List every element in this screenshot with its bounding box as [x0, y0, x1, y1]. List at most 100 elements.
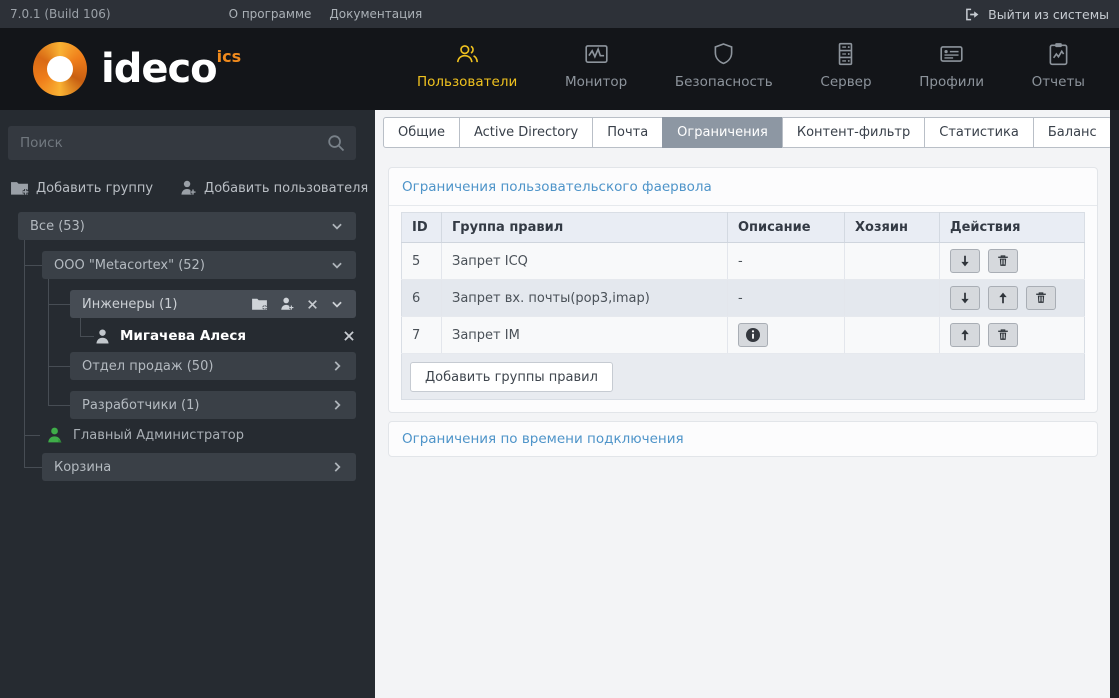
tree-group-metacortex[interactable]: ООО "Metacortex" (52) [42, 251, 356, 279]
add-group-icon[interactable] [251, 297, 268, 311]
rule-id-cell: 6 [401, 279, 442, 317]
rule-description-cell: - [727, 242, 845, 280]
chevron-right-icon[interactable] [330, 460, 344, 474]
col-header-owner: Хозяин [844, 212, 940, 243]
col-header-description: Описание [727, 212, 845, 243]
tab-statistics[interactable]: Статистика [924, 117, 1034, 148]
tab-active-directory[interactable]: Active Directory [458, 117, 594, 148]
chevron-down-icon[interactable] [330, 219, 344, 233]
delete-rule-button[interactable] [988, 248, 1019, 273]
firewall-restrictions-panel: Ограничения пользовательского фаервола I… [388, 167, 1098, 413]
table-header-row: ID Группа правил Описание Хозяин Действи… [401, 212, 1085, 243]
tab-content-filter[interactable]: Контент-фильтр [781, 117, 926, 148]
nav-item-reports[interactable]: Отчеты [1032, 41, 1085, 110]
logout-button[interactable]: Выйти из системы [964, 7, 1109, 22]
table-row: 6 Запрет вх. почты(pop3,imap) - [401, 279, 1085, 317]
trash-icon [1036, 292, 1047, 304]
info-button[interactable] [738, 323, 768, 347]
nav-item-users[interactable]: Пользователи [417, 41, 517, 110]
chevron-right-icon[interactable] [330, 398, 344, 412]
rule-id-cell: 5 [401, 242, 442, 280]
server-icon [839, 42, 853, 66]
tree-group-developers[interactable]: Разработчики (1) [70, 391, 356, 419]
tree-line [24, 240, 25, 467]
chevron-right-icon[interactable] [330, 359, 344, 373]
arrow-up-icon [999, 292, 1007, 304]
tab-bar: Общие Active Directory Почта Ограничения… [383, 117, 1112, 148]
firewall-section-title[interactable]: Ограничения пользовательского фаервола [389, 168, 1097, 206]
tree-group-engineers[interactable]: Инженеры (1) [70, 290, 356, 318]
rule-id-cell: 7 [401, 316, 442, 354]
move-down-button[interactable] [950, 286, 980, 311]
rule-actions-cell [939, 242, 1085, 280]
add-group-button[interactable]: Добавить группу [10, 180, 153, 196]
chevron-down-icon[interactable] [330, 297, 344, 311]
trash-icon [998, 329, 1008, 341]
tree-line [24, 435, 40, 436]
search-input[interactable] [20, 135, 326, 151]
tree-line [48, 304, 70, 305]
info-icon [746, 328, 760, 342]
col-header-actions: Действия [939, 212, 1085, 243]
documentation-link[interactable]: Документация [329, 7, 422, 21]
user-tree: Все (53) ООО "Metacortex" (52) Инженеры … [0, 212, 375, 497]
tree-group-sales[interactable]: Отдел продаж (50) [70, 352, 356, 380]
add-user-button[interactable]: Добавить пользователя [179, 180, 368, 196]
tree-line [80, 336, 94, 337]
move-down-button[interactable] [950, 249, 980, 274]
nav-item-server[interactable]: Сервер [820, 41, 872, 110]
delete-group-icon[interactable] [306, 298, 319, 311]
arrow-down-icon [961, 293, 969, 304]
chevron-down-icon[interactable] [330, 258, 344, 272]
folder-plus-icon [11, 182, 29, 195]
logout-icon [966, 8, 979, 20]
delete-rule-button[interactable] [988, 322, 1019, 347]
tree-line [80, 318, 81, 336]
rule-group-cell: Запрет IM [441, 316, 728, 354]
rule-owner-cell [844, 279, 940, 317]
content-area: Общие Active Directory Почта Ограничения… [375, 110, 1112, 698]
sidebar-actions: Добавить группу Добавить пользователя [10, 180, 375, 196]
col-header-id: ID [401, 212, 442, 243]
tab-general[interactable]: Общие [383, 117, 460, 148]
nav-item-security[interactable]: Безопасность [675, 41, 773, 110]
top-bar: 7.0.1 (Build 106) О программе Документац… [0, 0, 1119, 28]
tree-user-migacheva[interactable]: Мигачева Алеся [94, 324, 356, 348]
move-up-button[interactable] [950, 323, 980, 348]
shield-icon [714, 43, 733, 65]
rule-group-cell: Запрет ICQ [441, 242, 728, 280]
app-version: 7.0.1 (Build 106) [10, 7, 111, 21]
tab-mail[interactable]: Почта [592, 117, 664, 148]
table-row: 5 Запрет ICQ - [401, 242, 1085, 280]
search-box [8, 126, 356, 160]
rule-owner-cell [844, 316, 940, 354]
delete-rule-button[interactable] [1026, 285, 1057, 310]
logo-suffix: ics [216, 47, 242, 66]
delete-user-icon[interactable] [342, 329, 356, 343]
tree-group-recycle-bin[interactable]: Корзина [42, 453, 356, 481]
nav-item-profiles[interactable]: Профили [919, 41, 984, 110]
nav-item-monitor[interactable]: Монитор [565, 41, 627, 110]
about-link[interactable]: О программе [229, 7, 312, 21]
table-row: 7 Запрет IM [401, 316, 1085, 354]
rules-table: ID Группа правил Описание Хозяин Действи… [401, 212, 1085, 354]
time-section-title[interactable]: Ограничения по времени подключения [389, 422, 1097, 456]
tab-balance[interactable]: Баланс [1032, 117, 1112, 148]
tree-line [48, 279, 49, 405]
rule-group-cell: Запрет вх. почты(pop3,imap) [441, 279, 728, 317]
col-header-group: Группа правил [441, 212, 728, 243]
tab-restrictions[interactable]: Ограничения [662, 117, 783, 148]
tree-line [48, 405, 70, 406]
add-user-icon[interactable] [279, 297, 295, 311]
move-up-button[interactable] [988, 286, 1019, 311]
user-plus-icon [181, 180, 196, 195]
sidebar: Добавить группу Добавить пользователя [0, 110, 375, 698]
time-restrictions-panel: Ограничения по времени подключения [388, 421, 1098, 457]
tree-line [48, 366, 70, 367]
id-card-icon [940, 46, 963, 62]
add-rule-group-button[interactable]: Добавить группы правил [410, 362, 613, 392]
tree-user-admin[interactable]: Главный Администратор [46, 423, 356, 447]
logo-swirl-icon [33, 42, 87, 96]
tree-group-all[interactable]: Все (53) [18, 212, 356, 240]
search-icon[interactable] [326, 133, 346, 153]
